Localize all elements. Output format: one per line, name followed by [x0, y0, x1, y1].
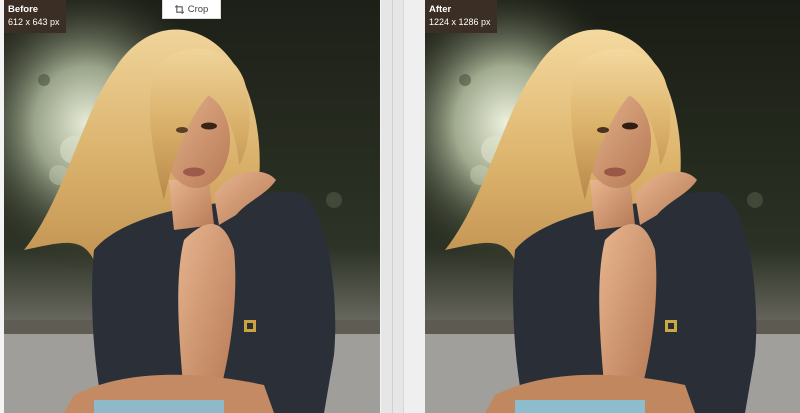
crop-icon: [174, 4, 184, 14]
middle-gutter: [404, 0, 425, 413]
after-size: 1224 x 1286 px: [429, 17, 491, 27]
crop-button[interactable]: Crop: [162, 0, 221, 19]
after-photo: [425, 0, 800, 413]
comparison-divider[interactable]: [380, 0, 404, 413]
after-label: After: [429, 4, 452, 15]
after-info-badge: After 1224 x 1286 px: [425, 0, 497, 33]
divider-line: [392, 0, 393, 413]
after-image-panel: After 1224 x 1286 px: [425, 0, 800, 413]
before-photo: [4, 0, 380, 413]
before-info-badge: Before 612 x 643 px: [4, 0, 66, 33]
before-size: 612 x 643 px: [8, 17, 60, 27]
before-label: Before: [8, 4, 39, 15]
before-image-panel: Before 612 x 643 px: [4, 0, 380, 413]
crop-button-label: Crop: [187, 3, 209, 15]
